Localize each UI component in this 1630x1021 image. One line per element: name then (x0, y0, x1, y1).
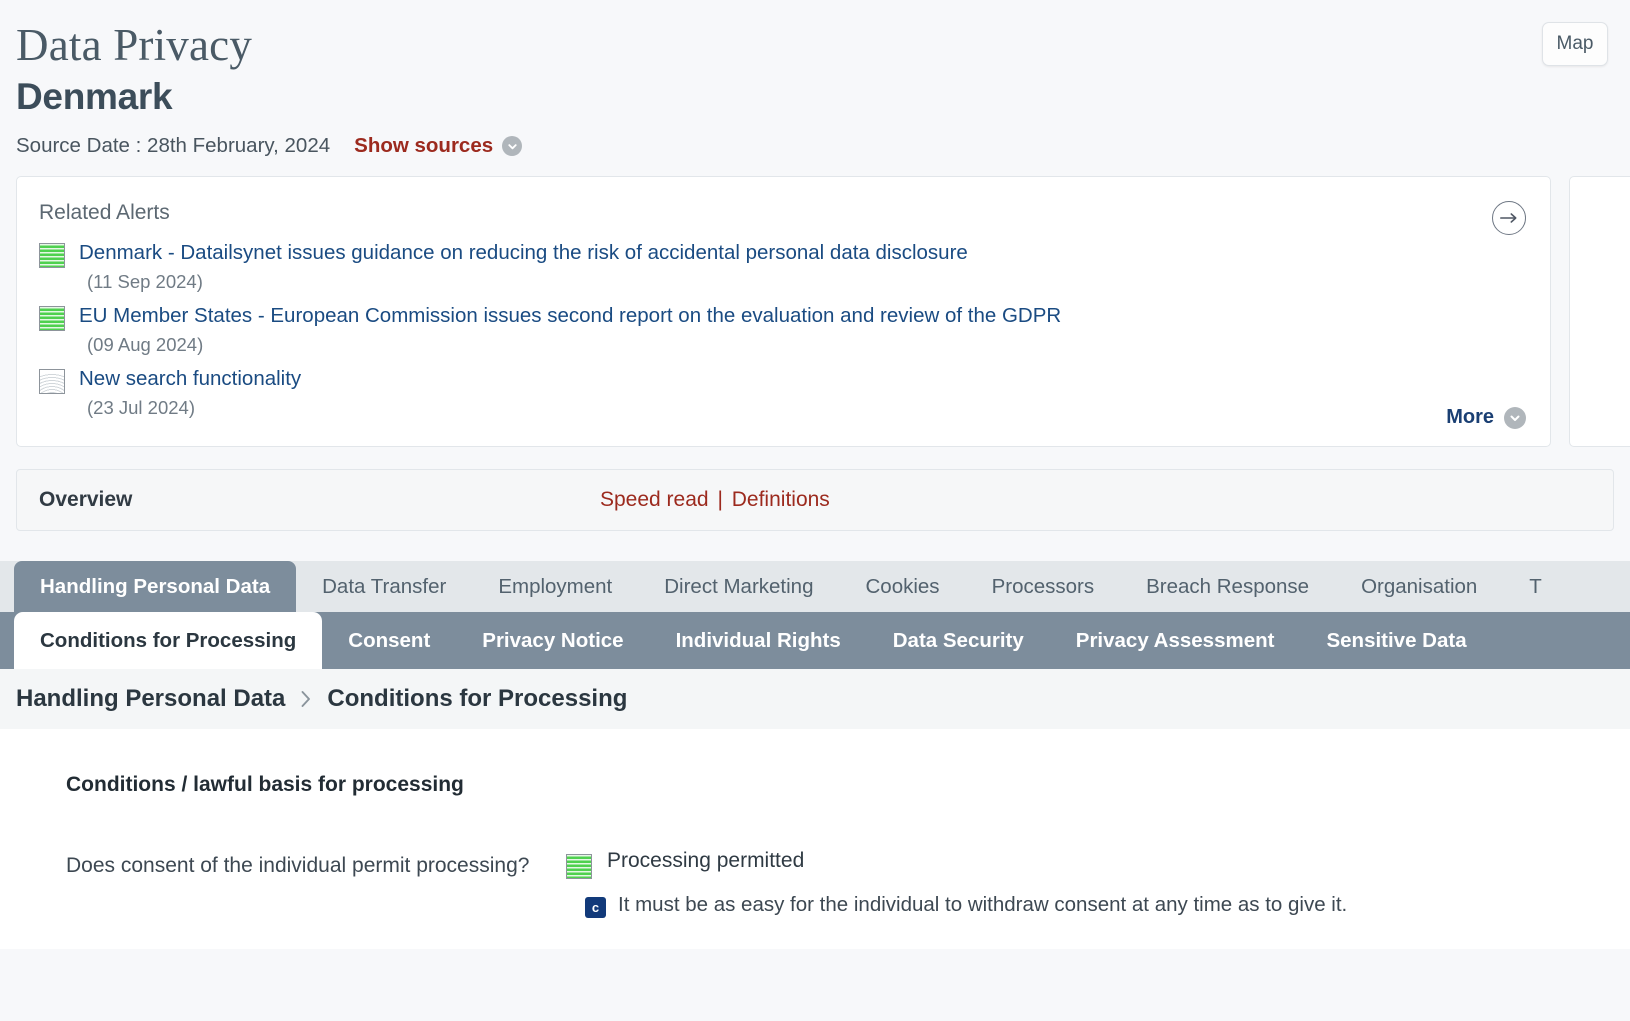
show-sources-label: Show sources (354, 134, 493, 158)
overview-bar: Overview Speed read | Definitions (16, 469, 1614, 531)
tab-conditions-for-processing[interactable]: Conditions for Processing (14, 612, 322, 669)
commentary-badge-icon[interactable]: c (585, 897, 606, 918)
overview-label: Overview (39, 488, 132, 512)
tabs-region: Handling Personal Data Data Transfer Emp… (0, 561, 1630, 669)
question-answer-row: Does consent of the individual permit pr… (66, 849, 1614, 918)
breadcrumb-parent[interactable]: Handling Personal Data (16, 685, 285, 713)
tab-consent[interactable]: Consent (322, 612, 456, 669)
list-item: New search functionality (23 Jul 2024) (39, 365, 1528, 419)
alert-date: (09 Aug 2024) (87, 334, 1528, 356)
secondary-tab-bar: Conditions for Processing Consent Privac… (0, 612, 1630, 669)
page-header: Data Privacy Denmark Source Date : 28th … (0, 0, 1630, 158)
map-button[interactable]: Map (1542, 22, 1608, 66)
tab-individual-rights[interactable]: Individual Rights (650, 612, 867, 669)
answer-status-row: Processing permitted (566, 849, 1614, 879)
breadcrumb: Handling Personal Data Conditions for Pr… (0, 669, 1630, 729)
source-date-row: Source Date : 28th February, 2024 Show s… (16, 134, 1614, 158)
tab-handling-personal-data[interactable]: Handling Personal Data (14, 561, 296, 612)
chevron-down-icon (1504, 407, 1526, 429)
tab-data-security[interactable]: Data Security (867, 612, 1050, 669)
secondary-panel (1569, 176, 1630, 447)
green-striped-icon (39, 243, 65, 268)
answer-block: Processing permitted c It must be as eas… (566, 849, 1614, 918)
alert-link[interactable]: Denmark - Datailsynet issues guidance on… (79, 239, 968, 266)
answer-note-text: It must be as easy for the individual to… (618, 893, 1347, 917)
show-sources-button[interactable]: Show sources (354, 134, 522, 158)
green-striped-icon (566, 854, 592, 879)
tab-direct-marketing[interactable]: Direct Marketing (638, 561, 839, 612)
alert-link[interactable]: EU Member States - European Commission i… (79, 302, 1061, 329)
breadcrumb-current: Conditions for Processing (327, 685, 627, 713)
definitions-link[interactable]: Definitions (732, 488, 830, 511)
tab-employment[interactable]: Employment (472, 561, 638, 612)
tab-organisation[interactable]: Organisation (1335, 561, 1503, 612)
blank-striped-icon (39, 369, 65, 394)
chevron-right-icon (299, 689, 313, 709)
list-item: EU Member States - European Commission i… (39, 302, 1528, 356)
app-title: Data Privacy (16, 20, 1614, 70)
tab-sensitive-data[interactable]: Sensitive Data (1300, 612, 1492, 669)
tab-processors[interactable]: Processors (966, 561, 1121, 612)
link-separator: | (714, 488, 725, 511)
chevron-down-icon (502, 136, 522, 156)
status-badge: Processing permitted (607, 849, 804, 873)
alert-link[interactable]: New search functionality (79, 365, 301, 392)
panels-row: Related Alerts Denmark - Datailsynet iss… (0, 176, 1630, 447)
arrow-right-icon[interactable] (1492, 201, 1526, 235)
tab-truncated[interactable]: T (1503, 561, 1568, 612)
primary-tab-bar: Handling Personal Data Data Transfer Emp… (0, 561, 1630, 612)
tab-privacy-assessment[interactable]: Privacy Assessment (1050, 612, 1301, 669)
list-item: Denmark - Datailsynet issues guidance on… (39, 239, 1528, 293)
more-alerts-button[interactable]: More (1446, 406, 1526, 429)
more-label: More (1446, 406, 1494, 429)
tab-breach-response[interactable]: Breach Response (1120, 561, 1335, 612)
answer-note-row: c It must be as easy for the individual … (566, 893, 1614, 918)
main-content: Conditions / lawful basis for processing… (0, 729, 1630, 949)
related-alerts-panel: Related Alerts Denmark - Datailsynet iss… (16, 176, 1551, 447)
question-text: Does consent of the individual permit pr… (66, 849, 566, 918)
green-striped-icon (39, 306, 65, 331)
related-alerts-title: Related Alerts (39, 201, 1528, 225)
speed-read-link[interactable]: Speed read (600, 488, 709, 511)
tab-cookies[interactable]: Cookies (840, 561, 966, 612)
section-heading: Conditions / lawful basis for processing (66, 773, 1614, 797)
page-title: Denmark (16, 70, 1614, 124)
tab-data-transfer[interactable]: Data Transfer (296, 561, 472, 612)
source-date: Source Date : 28th February, 2024 (16, 134, 330, 158)
alert-date: (23 Jul 2024) (87, 397, 1528, 419)
overview-links: Speed read | Definitions (600, 488, 830, 512)
tab-privacy-notice[interactable]: Privacy Notice (456, 612, 649, 669)
alert-date: (11 Sep 2024) (87, 271, 1528, 293)
